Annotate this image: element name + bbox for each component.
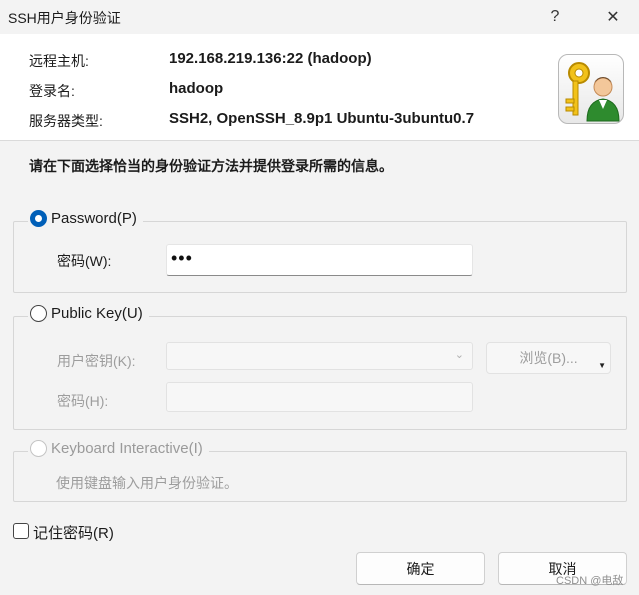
passphrase-label: 密码(H): xyxy=(57,393,109,409)
server-type-label: 服务器类型: xyxy=(29,113,103,129)
user-key-combo[interactable]: ⌄ xyxy=(166,342,473,370)
host-label: 远程主机: xyxy=(29,53,89,69)
ok-button[interactable]: 确定 xyxy=(356,552,485,585)
help-icon: ? xyxy=(550,8,560,25)
help-button[interactable]: ? xyxy=(538,4,572,30)
user-key-label: 用户密钥(K): xyxy=(57,353,136,369)
remember-password-label[interactable]: 记住密码(R) xyxy=(33,522,114,543)
keyboard-interactive-option-label: Keyboard Interactive(I) xyxy=(51,440,203,457)
ok-button-label: 确定 xyxy=(406,560,435,577)
password-field[interactable]: ••• xyxy=(166,244,473,276)
host-value: 192.168.219.136:22 (hadoop) xyxy=(169,50,372,67)
title-bar: SSH用户身份验证 ? ✕ xyxy=(0,0,639,34)
browse-button[interactable]: 浏览(B)... ▼ xyxy=(486,342,611,374)
remember-password-checkbox[interactable] xyxy=(13,523,29,539)
public-key-option[interactable]: Public Key(U) xyxy=(28,305,149,322)
watermark: CSDN @电敌 xyxy=(556,575,624,587)
chevron-down-icon: ⌄ xyxy=(454,349,464,361)
keyboard-interactive-radio[interactable] xyxy=(30,440,47,457)
window-title: SSH用户身份验证 xyxy=(8,10,121,26)
password-label: 密码(W): xyxy=(57,253,112,269)
server-type-value: SSH2, OpenSSH_8.9p1 Ubuntu-3ubuntu0.7 xyxy=(169,110,475,127)
instruction-text: 请在下面选择恰当的身份验证方法并提供登录所需的信息。 xyxy=(29,158,393,174)
keyboard-interactive-hint: 使用键盘输入用户身份验证。 xyxy=(56,475,238,491)
password-option[interactable]: Password(P) xyxy=(28,210,143,227)
dropdown-caret-icon: ▼ xyxy=(598,361,606,370)
close-button[interactable]: ✕ xyxy=(596,4,630,30)
login-value: hadoop xyxy=(169,80,224,97)
passphrase-field[interactable] xyxy=(166,382,473,412)
browse-button-label: 浏览(B)... xyxy=(519,350,578,366)
public-key-option-label: Public Key(U) xyxy=(51,305,143,322)
password-option-label: Password(P) xyxy=(51,210,137,227)
close-icon: ✕ xyxy=(606,9,620,26)
login-label: 登录名: xyxy=(29,83,75,99)
key-user-icon xyxy=(558,54,624,124)
host-info-panel: 远程主机: 192.168.219.136:22 (hadoop) 登录名: h… xyxy=(0,34,639,141)
keyboard-interactive-option[interactable]: Keyboard Interactive(I) xyxy=(28,440,209,457)
public-key-radio[interactable] xyxy=(30,305,47,322)
password-radio[interactable] xyxy=(30,210,47,227)
password-value: ••• xyxy=(171,248,193,268)
